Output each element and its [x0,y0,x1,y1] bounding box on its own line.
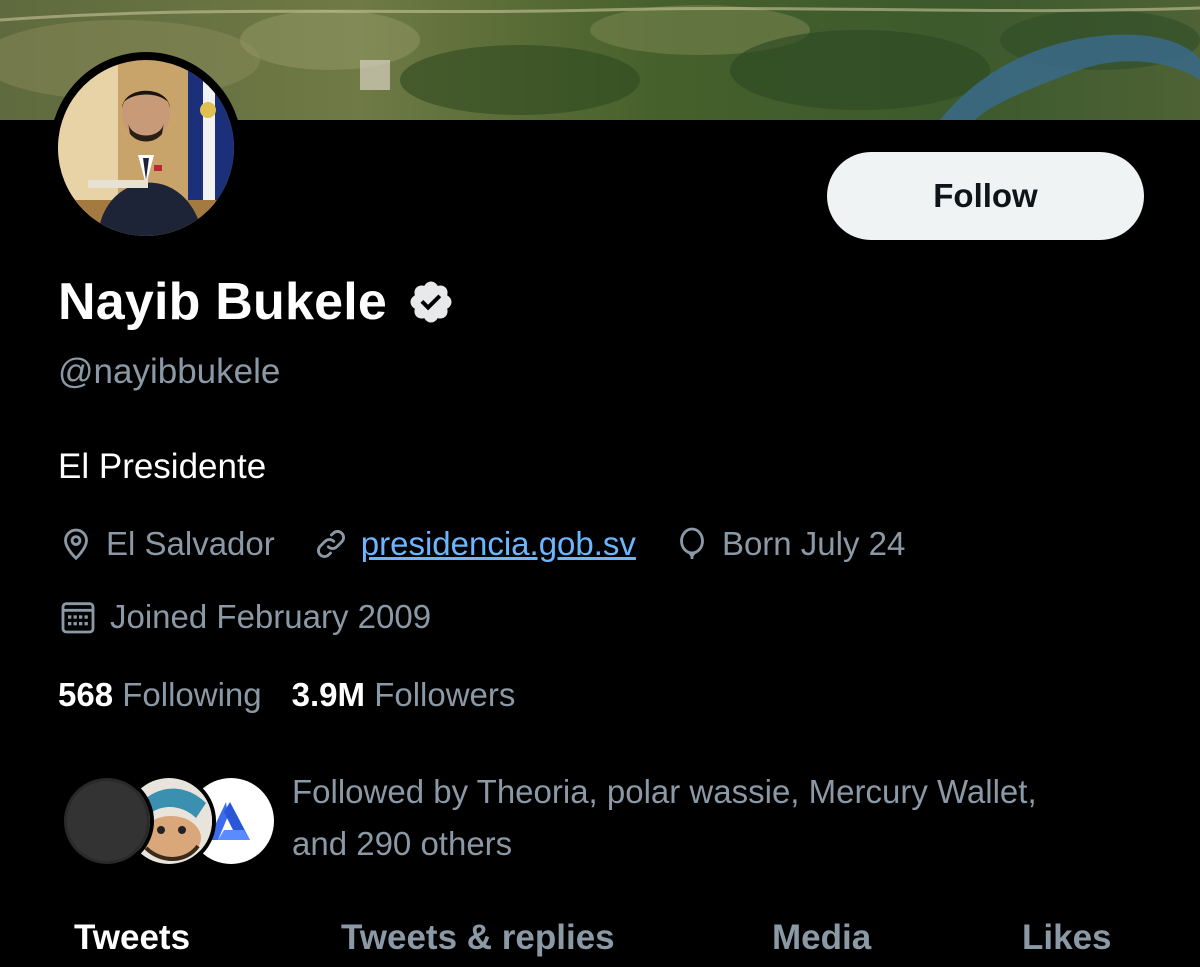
joined-item: Joined February 2009 [58,597,431,637]
followed-by-text[interactable]: Followed by Theoria, polar wassie, Mercu… [292,766,1052,870]
profile-name-row: Nayib Bukele [58,272,455,332]
followed-by-section[interactable]: Followed by Theoria, polar wassie, Mercu… [60,766,1052,870]
following-label: Following [122,676,262,713]
follow-button[interactable]: Follow [827,152,1144,240]
map-pin-icon [64,528,88,561]
followed-by-avatars [60,766,278,868]
calendar-icon [61,602,95,634]
location-text: El Salvador [106,525,275,562]
follow-stats: 568 Following 3.9M Followers [58,676,545,714]
joined-text: Joined February 2009 [110,598,432,635]
birthday-item: Born July 24 [674,525,905,563]
followers-count: 3.9M [291,676,366,713]
website-item: presidencia.gob.sv [313,525,636,563]
link-icon [316,530,345,558]
tab-media[interactable]: Media [772,918,871,958]
profile-handle: @nayibbukele [58,352,281,391]
profile-bio: El Presidente [58,447,267,486]
profile-avatar[interactable] [50,52,242,244]
profile-tabs: Tweets Tweets & replies Media Likes [0,918,1200,967]
profile-meta-row: El Salvador presidencia.gob.sv Born July… [58,525,943,563]
profile-joined-row: Joined February 2009 [58,597,469,637]
tab-likes[interactable]: Likes [1022,918,1112,958]
website-link[interactable]: presidencia.gob.sv [361,525,636,563]
birthday-text: Born July 24 [721,525,906,562]
follower-avatar-1 [60,774,154,868]
verified-badge-icon[interactable] [407,278,455,326]
following-stat[interactable]: 568 Following [58,676,262,714]
balloon-icon [680,527,704,559]
tab-tweets-and-replies[interactable]: Tweets & replies [341,918,615,958]
display-name: Nayib Bukele [58,273,387,331]
location-item: El Salvador [58,525,275,563]
tab-tweets[interactable]: Tweets [74,918,190,958]
following-count: 568 [58,676,114,713]
followers-label: Followers [374,676,516,713]
avatar-photo [58,60,234,236]
followers-stat[interactable]: 3.9M Followers [292,676,516,714]
